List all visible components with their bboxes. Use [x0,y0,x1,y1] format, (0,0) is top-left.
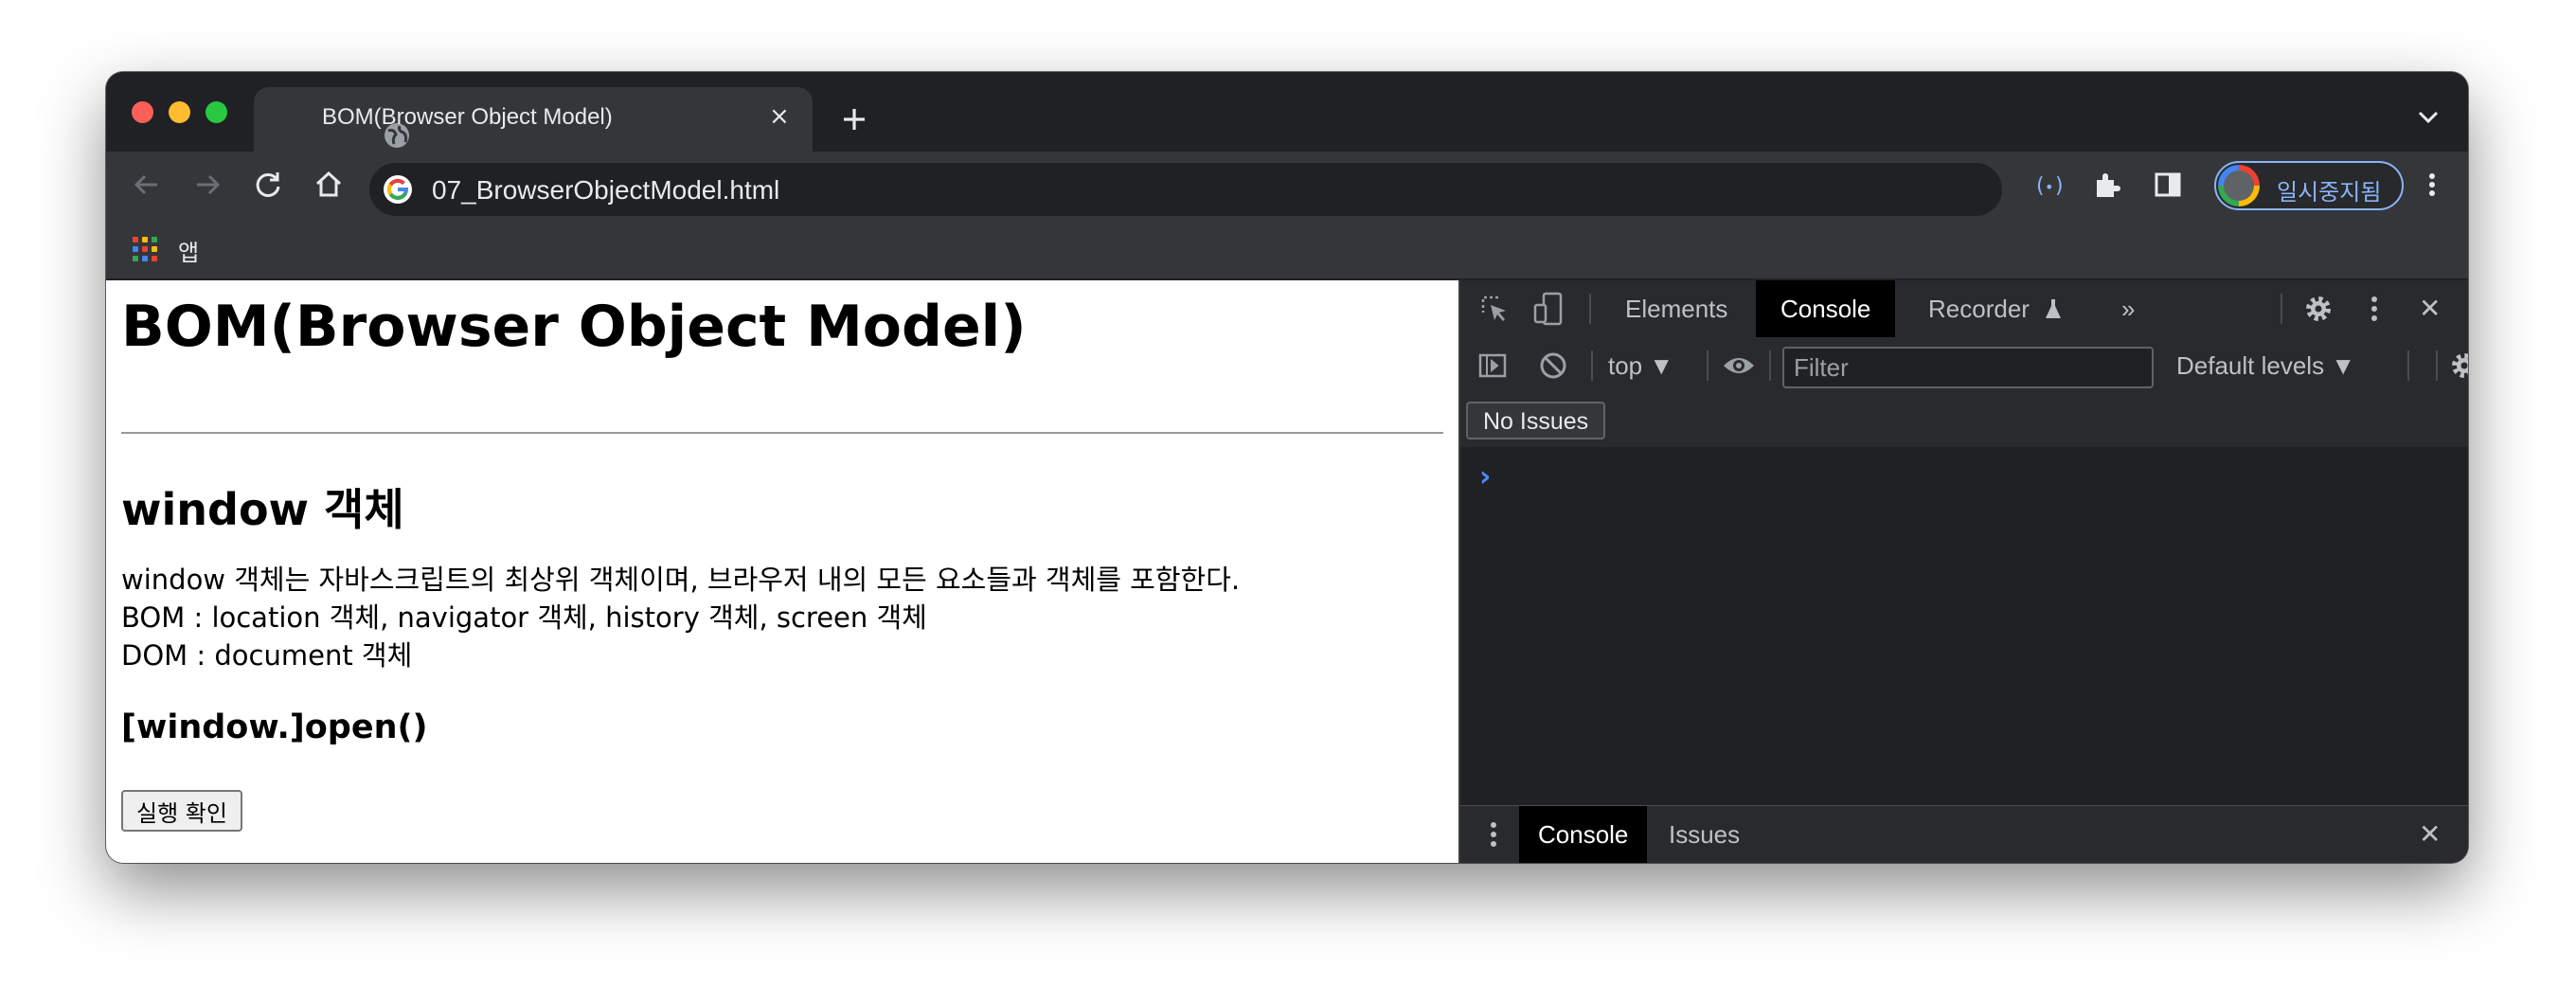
tab-console[interactable]: Console [1756,280,1896,337]
svg-text:(: ( [2036,174,2045,198]
description-line: window 객체는 자바스크립트의 최상위 객체이며, 브라우저 내의 모든 … [121,564,1241,596]
tab-close-icon[interactable]: × [769,104,790,129]
console-output[interactable]: › [1460,447,2468,804]
drawer-close-icon[interactable]: ✕ [2419,806,2441,863]
forward-icon[interactable] [191,169,224,201]
close-window-button[interactable] [132,101,153,123]
extensions-icon[interactable] [2091,169,2123,201]
home-icon[interactable] [313,169,345,201]
tab-recorder[interactable]: Recorder [1919,280,2039,337]
side-panel-icon[interactable] [2152,169,2184,201]
description-paragraph: window 객체는 자바스크립트의 최상위 객체이며, 브라우저 내의 모든 … [121,561,1240,674]
more-vertical-icon[interactable] [2370,294,2379,324]
inspect-element-icon[interactable] [1479,294,1510,324]
svg-text:): ) [2055,174,2064,198]
back-icon[interactable] [131,169,163,201]
plus-icon[interactable] [841,106,868,133]
more-tabs-button[interactable]: » [2112,280,2144,337]
description-line: BOM : location 객체, navigator 객체, history… [121,601,927,634]
chevron-down-icon[interactable] [2417,110,2440,125]
devtools-drawer: Console Issues ✕ [1460,805,2468,863]
run-button[interactable]: 실행 확인 [121,790,242,832]
section-heading: window 객체 [121,484,404,535]
console-toolbar: top ▼ Filter Default levels ▼ [1460,337,2468,395]
drawer-tab-issues[interactable]: Issues [1652,806,1757,863]
profile-status: 일시중지됨 [2277,179,2382,206]
web-page: BOM(Browser Object Model) window 객체 wind… [106,280,1458,863]
page-title: BOM(Browser Object Model) [121,294,1027,360]
filter-input[interactable]: Filter [1782,347,2154,388]
bookmarks-bar: 앱 [106,220,2468,278]
address-url: 07_BrowserObjectModel.html [432,175,780,205]
browser-toolbar: 07_BrowserObjectModel.html ( • ) 일시중지됨 [106,152,2468,220]
console-settings-gear-icon[interactable] [2449,350,2468,381]
issues-row: No Issues [1460,394,2468,448]
browser-window: BOM(Browser Object Model) × 07_BrowserOb… [106,72,2468,863]
eye-icon[interactable] [1722,352,1756,379]
profile-button[interactable]: 일시중지됨 [2214,161,2404,210]
cast-icon[interactable]: ( • ) [2032,169,2066,201]
browser-tab[interactable]: BOM(Browser Object Model) × [254,87,813,152]
description-line: DOM : document 객체 [121,639,413,672]
tab-strip: BOM(Browser Object Model) × [106,72,2468,152]
devtools-tabbar: Elements Console Recorder » ✕ [1460,280,2468,338]
avatar [2218,165,2260,206]
zoom-window-button[interactable] [206,101,227,123]
address-bar[interactable]: 07_BrowserObjectModel.html [369,163,2002,216]
clear-console-icon[interactable] [1538,350,1568,381]
google-g-icon [384,175,412,204]
context-selector[interactable]: top ▼ [1608,337,1673,394]
more-vertical-icon[interactable] [2426,169,2438,201]
settings-gear-icon[interactable] [2303,294,2334,324]
reload-icon[interactable] [252,169,284,201]
tab-title: BOM(Browser Object Model) [322,104,613,130]
sidebar-toggle-icon[interactable] [1477,350,1508,381]
minimize-window-button[interactable] [169,101,190,123]
tab-elements[interactable]: Elements [1614,280,1739,337]
drawer-menu-icon[interactable] [1489,819,1498,850]
apps-bookmark[interactable]: 앱 [178,234,199,267]
flask-icon [2046,299,2061,318]
console-prompt-icon: › [1479,460,1492,493]
svg-text:•: • [2045,178,2053,196]
apps-grid-icon[interactable] [133,237,159,263]
device-toolbar-icon[interactable] [1532,292,1565,326]
no-issues-badge[interactable]: No Issues [1466,402,1606,439]
devtools-panel: Elements Console Recorder » ✕ top ▼ Filt… [1458,280,2468,863]
devtools-close-icon[interactable]: ✕ [2419,280,2441,337]
log-levels-dropdown[interactable]: Default levels ▼ [2176,337,2355,394]
divider [121,432,1443,434]
drawer-tab-console[interactable]: Console [1519,806,1648,863]
subsection-heading: [window.]open() [121,708,428,746]
